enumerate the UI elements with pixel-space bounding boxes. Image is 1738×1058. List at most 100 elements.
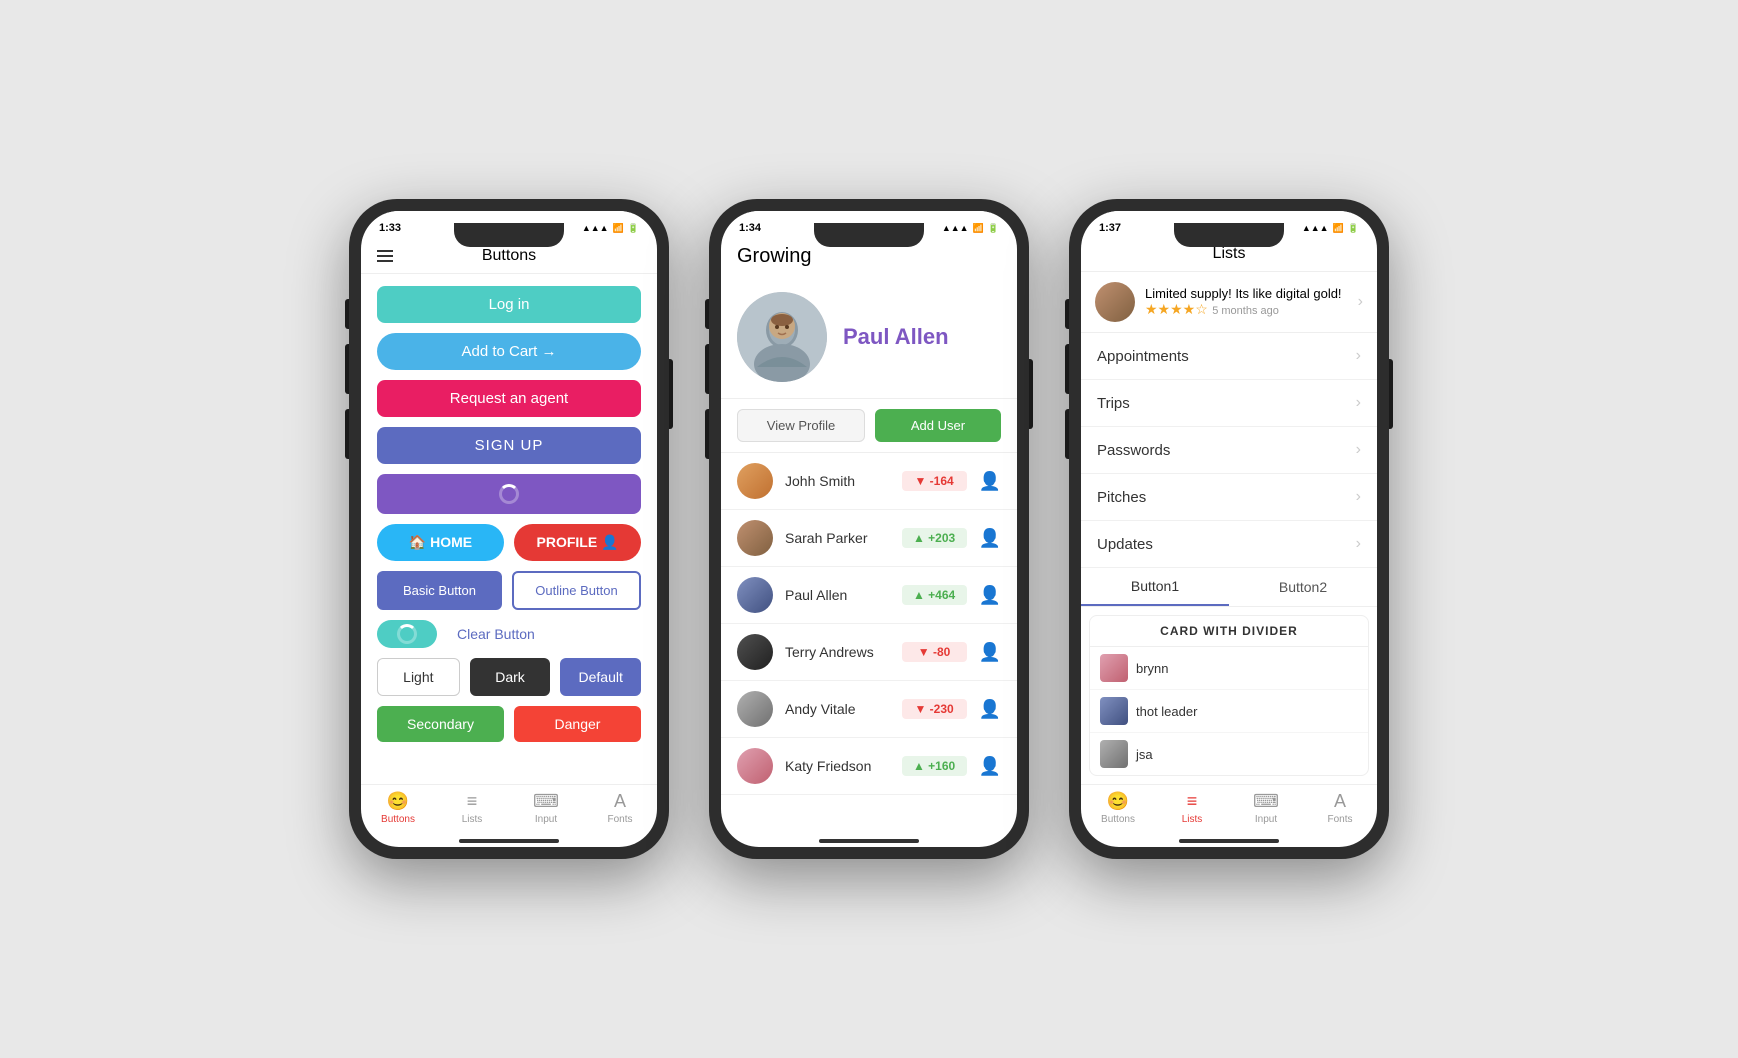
chevron-icon: ›	[1358, 293, 1363, 311]
list-row-appointments[interactable]: Appointments ›	[1081, 333, 1377, 380]
score-badge: ▼ -80	[902, 642, 967, 662]
user-avatar	[737, 748, 773, 784]
user-name: Johh Smith	[785, 473, 890, 489]
card-item-name: jsa	[1136, 747, 1153, 762]
tab-fonts[interactable]: A Fonts	[583, 791, 657, 825]
promo-card[interactable]: Limited supply! Its like digital gold! ★…	[1081, 272, 1377, 333]
profile-section: Paul Allen	[721, 276, 1017, 399]
user-name: Paul Allen	[785, 587, 890, 603]
light-dark-row: Light Dark Default	[377, 658, 641, 696]
card-list-item: thot leader	[1090, 690, 1368, 733]
outline-button[interactable]: Outline Button	[512, 571, 641, 610]
score-badge: ▼ -164	[902, 471, 967, 491]
promo-avatar	[1095, 282, 1135, 322]
list-label: Passwords	[1097, 442, 1356, 459]
tab-lists-label: Lists	[462, 814, 483, 825]
phone-1: 1:33 ▲▲▲📶🔋 Buttons Log in Add to Cart → …	[349, 199, 669, 859]
user-avatar	[737, 691, 773, 727]
promo-text: Limited supply! Its like digital gold! ★…	[1145, 286, 1348, 319]
score-badge: ▲ +160	[902, 756, 967, 776]
phone1-header: Buttons	[361, 241, 657, 274]
user-avatar	[737, 577, 773, 613]
clear-button[interactable]: Clear Button	[457, 626, 535, 642]
card-avatar	[1100, 697, 1128, 725]
dark-button[interactable]: Dark	[470, 658, 551, 696]
tab-buttons[interactable]: 😊 Buttons	[361, 791, 435, 825]
phones-container: 1:33 ▲▲▲📶🔋 Buttons Log in Add to Cart → …	[349, 199, 1389, 859]
tab-input[interactable]: ⌨ Input	[1229, 791, 1303, 825]
segmented-control: Button1 Button2	[1081, 568, 1377, 607]
tab-buttons-icon: 😊	[387, 791, 409, 812]
default-button[interactable]: Default	[560, 658, 641, 696]
add-to-cart-button[interactable]: Add to Cart →	[377, 333, 641, 370]
home-button[interactable]: 🏠 HOME	[377, 524, 504, 561]
user-name: Terry Andrews	[785, 644, 890, 660]
tab-input[interactable]: ⌨ Input	[509, 791, 583, 825]
chevron-icon: ›	[1356, 488, 1361, 506]
promo-stars: ★★★★☆	[1145, 301, 1208, 317]
tab-lists[interactable]: ≡ Lists	[1155, 791, 1229, 825]
view-profile-button[interactable]: View Profile	[737, 409, 865, 442]
card-avatar	[1100, 740, 1128, 768]
list-row-updates[interactable]: Updates ›	[1081, 521, 1377, 568]
list-row-pitches[interactable]: Pitches ›	[1081, 474, 1377, 521]
card-item-name: brynn	[1136, 661, 1169, 676]
card-title: CARD WITH DIVIDER	[1090, 616, 1368, 647]
segment-button1[interactable]: Button1	[1081, 568, 1229, 606]
person-icon: 👤	[979, 642, 1001, 663]
tab-lists[interactable]: ≡ Lists	[435, 791, 509, 825]
tab-buttons-icon: 😊	[1107, 791, 1129, 812]
user-avatar	[737, 634, 773, 670]
loading-button[interactable]	[377, 474, 641, 514]
login-button[interactable]: Log in	[377, 286, 641, 323]
score-badge: ▲ +464	[902, 585, 967, 605]
card-list-item: jsa	[1090, 733, 1368, 776]
card-with-divider: CARD WITH DIVIDER brynn thot leader jsa	[1089, 615, 1369, 776]
list-row-passwords[interactable]: Passwords ›	[1081, 427, 1377, 474]
list-items: Appointments › Trips › Passwords › Pitch…	[1081, 333, 1377, 568]
person-icon: 👤	[979, 699, 1001, 720]
profile-button[interactable]: PROFILE 👤	[514, 524, 641, 561]
buttons-content: Log in Add to Cart → Request an agent SI…	[361, 274, 657, 784]
toggle-clear-row: Clear Button	[377, 620, 641, 648]
tab-lists-label: Lists	[1182, 814, 1203, 825]
profile-actions: View Profile Add User	[721, 399, 1017, 453]
person-icon: 👤	[979, 528, 1001, 549]
light-button[interactable]: Light	[377, 658, 460, 696]
user-item: Sarah Parker ▲ +203 👤	[721, 510, 1017, 567]
toggle-button[interactable]	[377, 620, 437, 648]
tab-fonts-label: Fonts	[607, 814, 632, 825]
tab-fonts-icon: A	[614, 791, 626, 812]
secondary-button[interactable]: Secondary	[377, 706, 504, 742]
list-label: Pitches	[1097, 489, 1356, 506]
tab-buttons-label: Buttons	[381, 814, 415, 825]
person-icon: 👤	[979, 585, 1001, 606]
list-row-trips[interactable]: Trips ›	[1081, 380, 1377, 427]
tab-buttons[interactable]: 😊 Buttons	[1081, 791, 1155, 825]
user-avatar	[737, 463, 773, 499]
user-item: Paul Allen ▲ +464 👤	[721, 567, 1017, 624]
profile-name: Paul Allen	[843, 324, 949, 350]
phone1-title: Buttons	[482, 247, 536, 265]
user-list: Johh Smith ▼ -164 👤 Sarah Parker ▲ +203 …	[721, 453, 1017, 827]
user-name: Sarah Parker	[785, 530, 890, 546]
app-title: Growing	[737, 245, 811, 267]
person-icon: 👤	[979, 471, 1001, 492]
user-name: Katy Friedson	[785, 758, 890, 774]
add-user-button[interactable]: Add User	[875, 409, 1001, 442]
tab-fonts-label: Fonts	[1327, 814, 1352, 825]
avatar	[737, 292, 827, 382]
tab-input-icon: ⌨	[533, 791, 559, 812]
segment-button2[interactable]: Button2	[1229, 568, 1377, 606]
hamburger-icon[interactable]	[377, 250, 393, 262]
danger-button[interactable]: Danger	[514, 706, 641, 742]
basic-button[interactable]: Basic Button	[377, 571, 502, 610]
phone3-title: Lists	[1213, 245, 1246, 262]
phone1-time: 1:33	[379, 222, 401, 234]
list-label: Appointments	[1097, 348, 1356, 365]
signup-button[interactable]: SIGN UP	[377, 427, 641, 464]
phone1-status: ▲▲▲📶🔋	[582, 223, 639, 234]
request-agent-button[interactable]: Request an agent	[377, 380, 641, 417]
tab-fonts[interactable]: A Fonts	[1303, 791, 1377, 825]
promo-title: Limited supply! Its like digital gold!	[1145, 286, 1348, 301]
